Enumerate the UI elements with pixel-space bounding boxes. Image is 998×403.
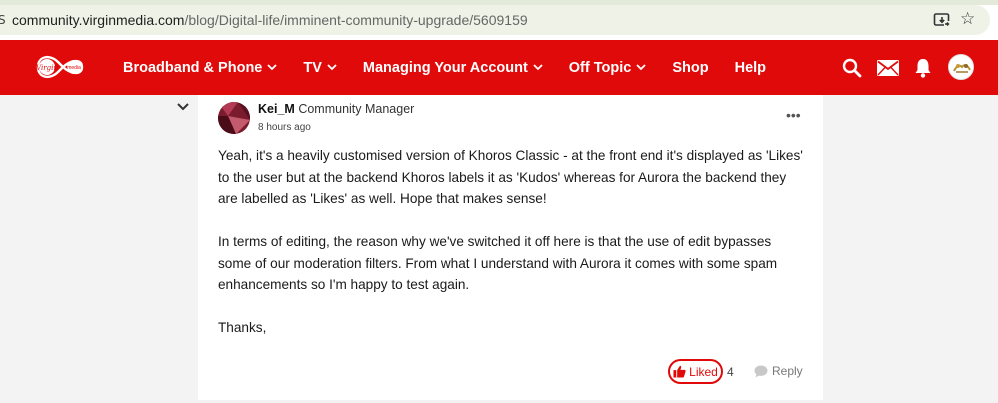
svg-text:Virgin: Virgin — [36, 64, 58, 72]
site-navigation: Virgin media Broadband & Phone TV Managi… — [0, 40, 998, 95]
browser-address-bar: ꓢ community.virginmedia.com/blog/Digital… — [0, 0, 998, 40]
site-info-icon[interactable]: ꓢ — [0, 13, 6, 27]
liked-button[interactable]: Liked — [668, 359, 723, 384]
thumbs-up-icon — [673, 365, 686, 378]
menu-off-topic[interactable]: Off Topic — [569, 60, 647, 76]
install-app-icon[interactable] — [933, 11, 951, 29]
more-options-icon[interactable]: ••• — [786, 108, 801, 122]
menu-tv[interactable]: TV — [303, 60, 337, 76]
menu-label: Managing Your Account — [362, 59, 528, 76]
svg-text:media: media — [67, 65, 81, 71]
author-avatar-image — [218, 102, 250, 134]
menu-label: Shop — [672, 59, 709, 76]
author-line: Kei_M Community Manager — [258, 102, 414, 116]
bell-icon[interactable] — [914, 58, 932, 78]
url-text[interactable]: community.virginmedia.com/blog/Digital-l… — [12, 12, 528, 28]
bookmark-star-icon[interactable]: ☆ — [960, 9, 975, 29]
menu-shop[interactable]: Shop — [672, 60, 708, 76]
menu-managing-account[interactable]: Managing Your Account — [363, 60, 543, 76]
menu-label: Off Topic — [568, 59, 632, 76]
mail-icon[interactable] — [877, 60, 899, 76]
url-host: community.virginmedia.com — [12, 12, 185, 28]
menu-help[interactable]: Help — [735, 60, 766, 76]
author-role: Community Manager — [298, 102, 415, 116]
liked-label: Liked — [689, 364, 718, 379]
post-time: 8 hours ago — [258, 122, 311, 133]
menu-label: Broadband & Phone — [123, 59, 263, 76]
post-paragraph: Thanks, — [218, 320, 267, 335]
chevron-down-icon — [327, 64, 337, 71]
user-avatar[interactable] — [948, 54, 974, 80]
menu-broadband-phone[interactable]: Broadband & Phone — [123, 59, 278, 76]
reply-button[interactable]: Reply — [754, 364, 803, 378]
author-avatar[interactable] — [218, 102, 250, 134]
collapse-chevron-icon[interactable] — [176, 102, 190, 112]
reply-label: Reply — [772, 364, 803, 378]
author-name[interactable]: Kei_M — [258, 102, 295, 116]
url-path: /blog/Digital-life/imminent-community-up… — [184, 12, 528, 28]
chevron-down-icon — [636, 64, 646, 71]
chevron-down-icon — [533, 64, 543, 71]
menu-label: TV — [303, 59, 322, 76]
virgin-media-logo[interactable]: Virgin media — [30, 46, 90, 88]
post-paragraph: In terms of editing, the reason why we'v… — [218, 234, 778, 292]
like-count[interactable]: 4 — [727, 365, 734, 379]
chevron-down-icon — [267, 64, 278, 71]
speech-bubble-icon — [754, 365, 768, 377]
menu-label: Help — [734, 59, 767, 76]
main-menu: Broadband & Phone TV Managing Your Accou… — [123, 40, 792, 95]
search-icon[interactable] — [842, 58, 862, 78]
post-body: Yeah, it's a heavily customised version … — [218, 145, 808, 339]
post-paragraph: Yeah, it's a heavily customised version … — [218, 148, 803, 206]
